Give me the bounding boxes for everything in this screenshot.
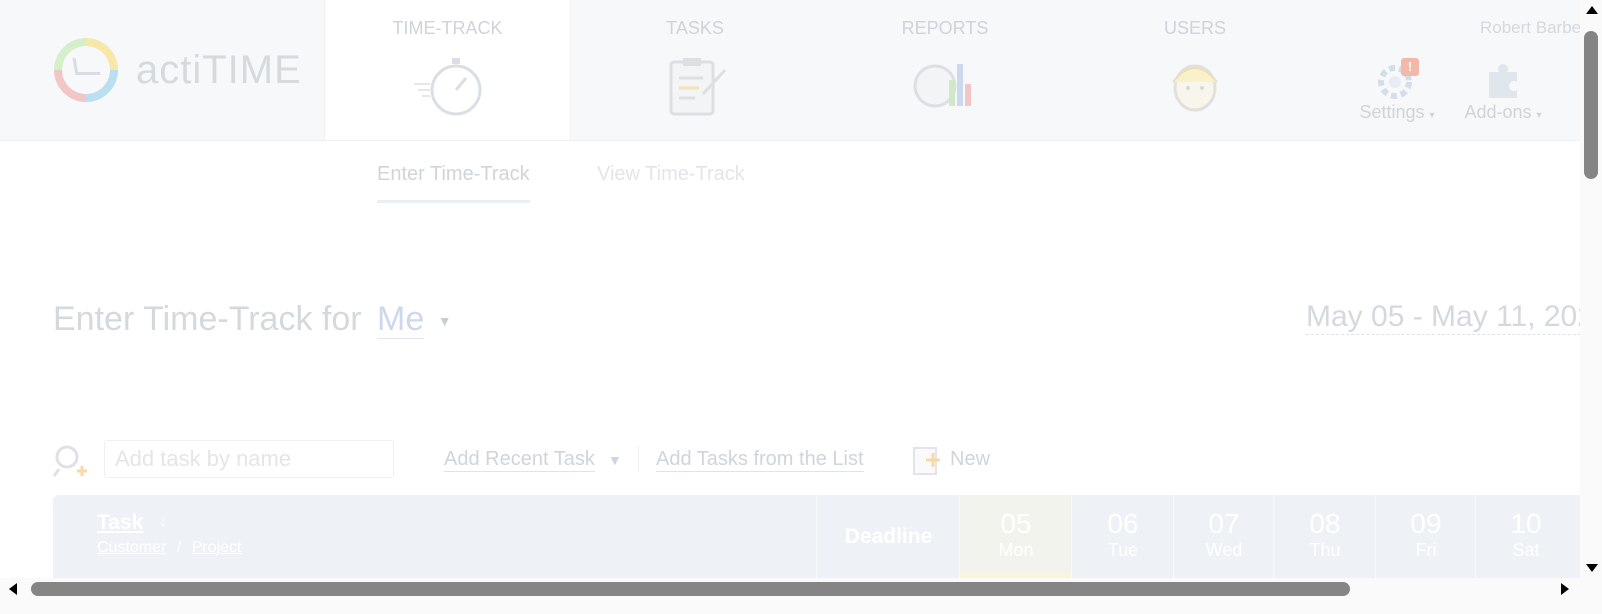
page-title: Enter Time-Track for Me ▼: [53, 300, 452, 339]
day-number: 07: [1208, 508, 1240, 539]
day-number: 08: [1309, 508, 1341, 539]
day-header-wed: 07 Wed: [1173, 495, 1274, 578]
day-header-mon: 05 Mon: [959, 495, 1072, 578]
user-selector[interactable]: Me: [377, 300, 425, 339]
day-header-sat: 10 Sat: [1475, 495, 1576, 578]
separator: /: [176, 539, 182, 556]
day-header-fri: 09 Fri: [1375, 495, 1476, 578]
add-recent-task-link[interactable]: Add Recent Task: [444, 448, 595, 472]
users-icon: [1172, 64, 1218, 112]
day-number: 10: [1510, 508, 1542, 539]
settings-icon-wrap: !: [1373, 58, 1421, 102]
puzzle-icon: [1489, 64, 1517, 98]
scroll-left-arrow-icon[interactable]: [9, 583, 17, 595]
day-number: 05: [1000, 508, 1032, 539]
addons-icon-wrap: [1479, 58, 1527, 102]
divider: [638, 446, 639, 472]
chevron-down-icon: ▾: [1536, 110, 1542, 121]
vertical-scroll-thumb[interactable]: [1584, 31, 1598, 179]
settings-label: Settings: [1359, 102, 1425, 122]
caret-down-icon[interactable]: ▼: [438, 313, 452, 329]
vertical-scrollbar[interactable]: [1580, 0, 1602, 578]
nav-reports[interactable]: REPORTS: [820, 0, 1070, 140]
chevron-down-icon: ▾: [1429, 110, 1435, 121]
deadline-column-header: Deadline: [816, 495, 960, 578]
nav-label: TASKS: [666, 18, 724, 38]
logo[interactable]: actiTIME: [0, 0, 324, 140]
customer-sort-link[interactable]: Customer: [97, 539, 166, 556]
bottom-strip: [0, 600, 1602, 614]
nav-label: REPORTS: [901, 18, 989, 38]
day-header-tue: 06 Tue: [1071, 495, 1174, 578]
day-number: 09: [1410, 508, 1442, 539]
nav-label: TIME-TRACK: [392, 18, 503, 38]
day-number: 06: [1107, 508, 1139, 539]
task-column-header[interactable]: Task: [97, 511, 143, 535]
page-title-prefix: Enter Time-Track for: [53, 300, 362, 338]
logo-text: actiTIME: [136, 48, 302, 92]
nav-users[interactable]: USERS: [1070, 0, 1320, 140]
day-name: Fri: [1415, 540, 1437, 560]
nav-label: USERS: [1163, 18, 1226, 38]
nav-time-track[interactable]: TIME-TRACK: [324, 0, 571, 140]
sort-down-icon[interactable]: ↓: [159, 513, 167, 531]
chart-icon: [913, 64, 971, 108]
clock-hand-icon: [72, 58, 101, 75]
caret-down-icon[interactable]: ▼: [608, 452, 622, 468]
day-name: Thu: [1309, 540, 1341, 560]
horizontal-scroll-thumb[interactable]: [31, 582, 1350, 596]
scroll-up-arrow-icon[interactable]: [1586, 6, 1598, 14]
add-task-input[interactable]: [104, 440, 394, 478]
day-name: Tue: [1107, 540, 1139, 560]
scroll-right-arrow-icon[interactable]: [1561, 583, 1569, 595]
settings-menu[interactable]: ! Settings ▾: [1352, 58, 1442, 123]
customer-project-header: Customer / Project: [97, 539, 242, 557]
nav-tasks[interactable]: TASKS: [570, 0, 820, 140]
day-name: Sat: [1512, 540, 1540, 560]
user-name-link[interactable]: Robert Barber: [1480, 18, 1580, 38]
addons-menu[interactable]: Add-ons ▾: [1458, 58, 1548, 123]
new-task-link[interactable]: New: [950, 448, 990, 471]
horizontal-scrollbar[interactable]: [0, 578, 1580, 600]
stopwatch-icon: [413, 58, 481, 116]
day-header-thu: 08 Thu: [1273, 495, 1376, 578]
top-header: actiTIME TIME-TRACK TASKS REPORTS USERS …: [0, 0, 1580, 141]
scroll-down-arrow-icon[interactable]: [1586, 564, 1598, 572]
clipboard-icon: [669, 58, 727, 116]
day-name: Wed: [1205, 540, 1243, 560]
tab-enter-time-track[interactable]: Enter Time-Track: [377, 163, 530, 203]
add-tasks-from-list-link[interactable]: Add Tasks from the List: [656, 448, 864, 472]
search-add-icon: [53, 445, 87, 477]
addons-label: Add-ons: [1464, 102, 1532, 122]
page-viewport: actiTIME TIME-TRACK TASKS REPORTS USERS …: [0, 0, 1580, 578]
project-sort-link[interactable]: Project: [192, 539, 242, 556]
date-range-selector[interactable]: May 05 - May 11, 2025: [1306, 300, 1580, 335]
new-task-icon[interactable]: [912, 444, 942, 476]
alert-badge: !: [1401, 58, 1419, 76]
tab-view-time-track[interactable]: View Time-Track: [597, 163, 745, 186]
day-name: Mon: [998, 540, 1034, 560]
table-header: Task ↓ Customer / Project Deadline 05 Mo…: [53, 495, 1580, 578]
